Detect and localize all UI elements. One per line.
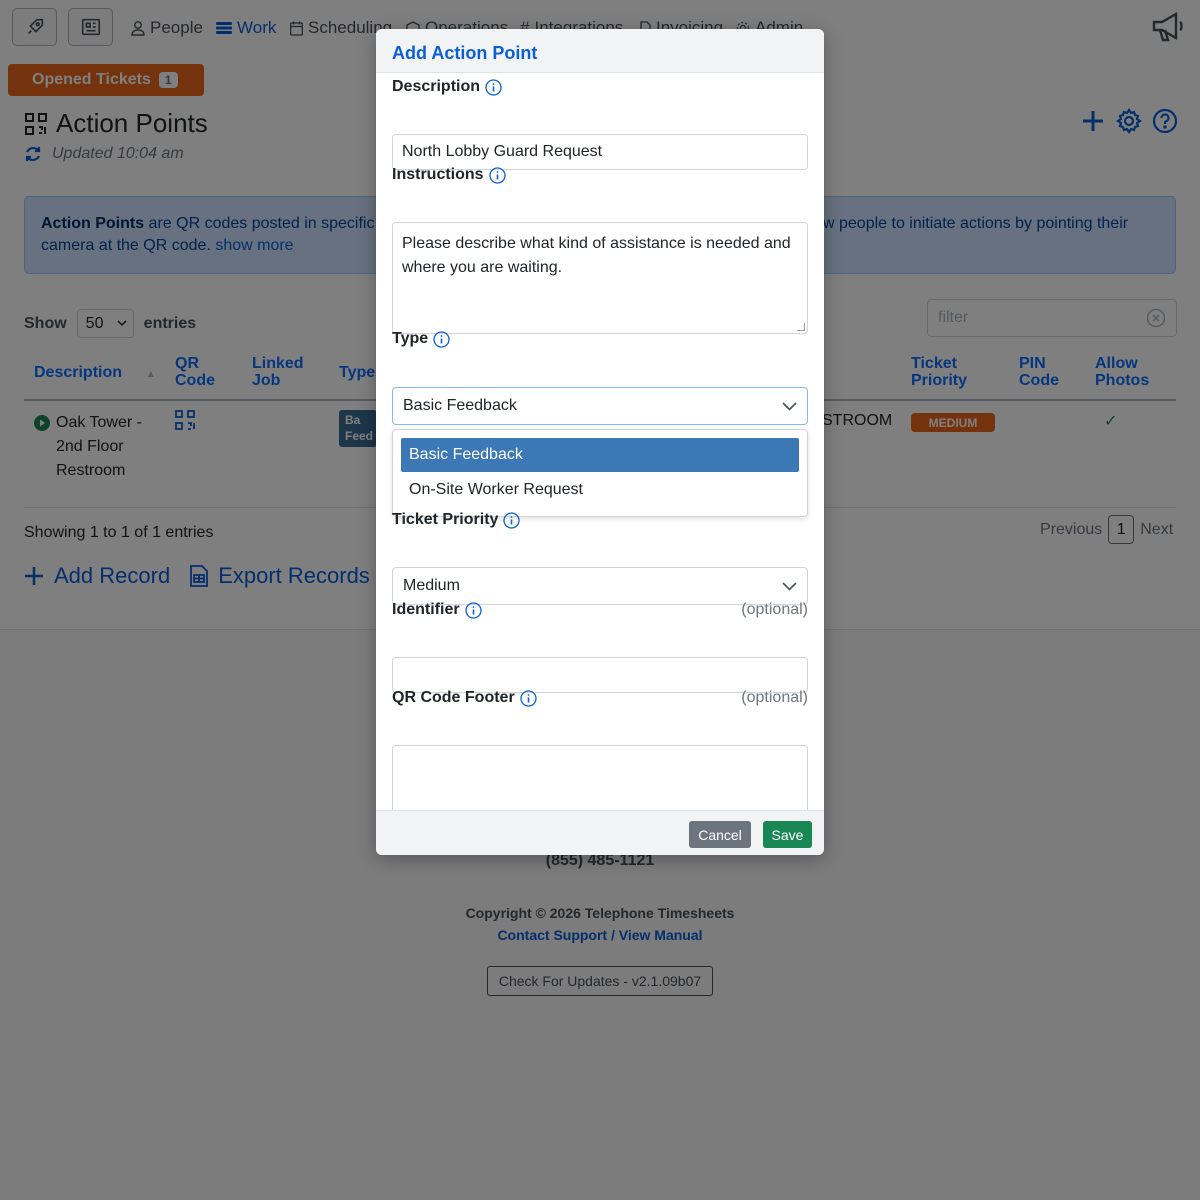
instructions-label: Instructions [392,166,506,184]
description-label-text: Description [392,78,481,95]
modal-title: Add Action Point [376,29,824,73]
info-icon[interactable] [464,601,482,619]
ticket-priority-label-text: Ticket Priority [392,511,499,528]
resize-handle[interactable] [797,323,805,331]
description-input[interactable]: North Lobby Guard Request [392,134,808,170]
qr-footer-label-text: QR Code Footer [392,689,515,706]
instructions-textarea[interactable]: Please describe what kind of assistance … [392,222,808,334]
qr-footer-optional: (optional) [741,689,808,706]
identifier-optional: (optional) [741,601,808,618]
info-icon[interactable] [488,166,506,184]
identifier-input[interactable] [392,657,808,693]
info-icon[interactable] [485,78,502,96]
description-label: Description [392,78,502,96]
ticket-priority-label: Ticket Priority [392,511,521,529]
description-value: North Lobby Guard Request [402,143,603,160]
modal-footer: Cancel Save [376,810,824,855]
cancel-button[interactable]: Cancel [689,821,751,848]
chevron-down-icon [782,581,797,591]
add-action-point-modal: Add Action Point Description North Lobby… [376,29,824,855]
info-icon[interactable] [520,689,537,707]
info-icon[interactable] [503,511,521,529]
info-icon[interactable] [433,330,450,348]
chevron-down-icon [782,401,797,411]
instructions-value: Please describe what kind of assistance … [402,235,791,276]
type-select[interactable]: Basic Feedback [392,387,808,425]
type-dropdown: Basic Feedback On-Site Worker Request [392,429,808,517]
identifier-label: Identifier [392,601,482,619]
instructions-label-text: Instructions [392,166,484,183]
type-option-on-site-worker-request[interactable]: On-Site Worker Request [401,473,799,507]
type-label-text: Type [392,330,429,347]
ticket-priority-value: Medium [403,577,460,594]
identifier-label-text: Identifier [392,601,460,618]
type-option-basic-feedback[interactable]: Basic Feedback [401,438,799,472]
qr-footer-label: QR Code Footer [392,689,537,707]
save-button[interactable]: Save [763,821,812,848]
ticket-priority-select[interactable]: Medium [392,567,808,605]
type-selected-value: Basic Feedback [403,397,517,414]
type-label: Type [392,330,450,348]
